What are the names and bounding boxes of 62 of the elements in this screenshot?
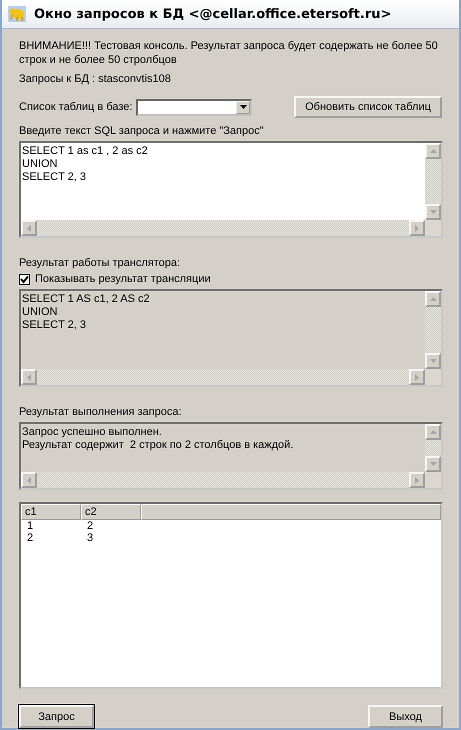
scroll-down-button[interactable] [425,353,441,369]
scroll-left-button[interactable] [21,220,37,236]
scroll-up-button[interactable] [425,424,441,440]
arrow-left-icon [27,224,31,232]
query-button[interactable]: Запрос [19,705,94,728]
arrow-down-icon [430,359,436,363]
warning-text: ВНИМАНИЕ!!! Тестовая консоль. Результат запроса будет содержать не более 50 строк и не более 50 стролбцов [19,39,439,67]
database-label: Запросы к БД : stasconvtis108 [19,73,172,85]
scroll-down-button[interactable] [425,204,441,220]
text-line: SELECT 2, 3 [22,319,87,332]
column-header[interactable]: c1 [21,504,81,520]
arrow-down-icon [430,210,436,214]
text-line: Запрос успешно выполнен. [22,426,163,439]
sql-editor-field[interactable]: SELECT 1 as c1 , 2 as c2 UNION SELECT 2, 3 [19,141,443,238]
text-line: UNION [22,158,58,171]
exit-button[interactable]: Выход [368,705,443,728]
table-cell-text: 3 [86,532,94,544]
caret-icon [240,105,247,109]
column-header[interactable]: c2 [81,504,141,520]
arrow-left-icon [27,374,31,380]
scroll-right-button[interactable] [409,369,425,385]
arrow-left-icon [27,476,31,484]
refresh-tables-button[interactable]: Обновить список таблиц [294,96,442,118]
section-label: Введите текст SQL запроса и нажмите "Запрос" [19,124,265,138]
arrow-up-icon [430,297,436,301]
scroll-right-button[interactable] [409,220,425,236]
scroll-left-button[interactable] [21,369,37,385]
checkbox-label: Показывать результат трансляции [35,273,211,285]
vertical-scrollbar[interactable] [425,143,441,220]
arrow-right-icon [415,224,419,232]
table-cell-text: 2 [86,520,94,532]
table-cell-text: 1 [26,520,34,532]
section-label: Результат выполнения запроса: [19,405,183,419]
text-line: SELECT 1 as c1 , 2 as c2 [22,145,149,158]
text-line: SELECT 2, 3 [22,171,87,184]
table-list-label: Список таблиц в базе: [19,101,132,113]
vertical-scrollbar[interactable] [425,291,441,369]
arrow-right-icon [415,374,419,380]
show-translation-checkbox[interactable] [19,274,30,284]
horizontal-scrollbar[interactable] [21,472,425,488]
window-title: Окно запросов к БД <@cellar.office.etersoft.ru> [34,6,392,22]
table-cell-text: 2 [26,532,34,544]
horizontal-scrollbar[interactable] [21,220,425,236]
arrow-right-icon [415,476,419,484]
arrow-up-icon [430,149,436,153]
arrow-up-icon [430,430,436,434]
arrow-down-icon [430,462,436,466]
scroll-right-button[interactable] [409,472,425,488]
dropdown-button[interactable] [236,100,250,114]
scroll-up-button[interactable] [425,143,441,159]
table-list-dropdown[interactable] [136,98,252,116]
horizontal-scrollbar[interactable] [21,369,425,385]
text-line: UNION [22,306,58,319]
scroll-down-button[interactable] [425,456,441,472]
elephant-icon [8,6,26,22]
text-line: SELECT 1 AS c1, 2 AS c2 [22,293,151,306]
text-line: Результат содержит 2 строк по 2 столбцов в каждой. [22,439,294,452]
vertical-scrollbar[interactable] [425,424,441,472]
scroll-left-button[interactable] [21,472,37,488]
scroll-up-button[interactable] [425,291,441,307]
scrollbar-corner [425,220,441,236]
section-label: Результат работы транслятора: [19,256,182,270]
